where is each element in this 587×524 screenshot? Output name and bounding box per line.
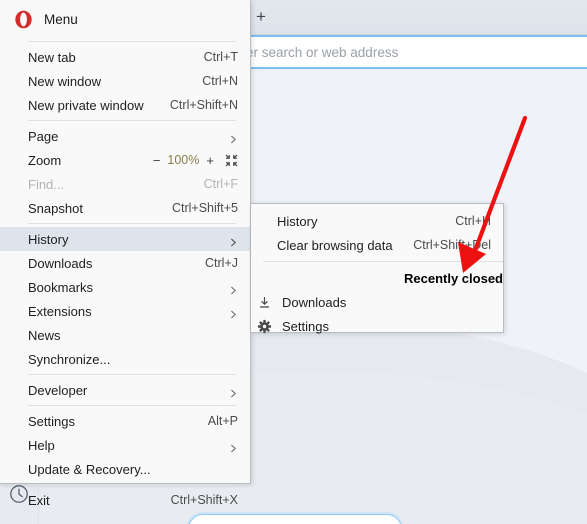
chevron-right-icon — [229, 132, 238, 143]
fullscreen-icon[interactable] — [225, 154, 238, 167]
menu-item-label: Update & Recovery... — [28, 461, 151, 477]
menu-header: Menu — [0, 0, 250, 38]
menu-item-shortcut: Alt+P — [207, 414, 238, 428]
chevron-right-icon — [229, 307, 238, 318]
menu-item-snapshot[interactable]: Snapshot Ctrl+Shift+5 — [0, 196, 250, 220]
menu-divider — [28, 120, 236, 121]
menu-item-exit[interactable]: Exit Ctrl+Shift+X — [0, 488, 250, 512]
menu-item-page[interactable]: Page — [0, 124, 250, 148]
menu-item-settings[interactable]: Settings Alt+P — [0, 409, 250, 433]
submenu-item-downloads[interactable]: Downloads — [251, 290, 503, 314]
submenu-item-label: Clear browsing data — [277, 237, 393, 253]
menu-item-history[interactable]: History — [0, 227, 250, 251]
zoom-level: 100% — [167, 153, 200, 167]
download-icon — [257, 295, 272, 310]
menu-item-bookmarks[interactable]: Bookmarks — [0, 275, 250, 299]
menu-item-label: New window — [28, 73, 101, 89]
menu-divider — [28, 374, 236, 375]
menu-item-shortcut: Ctrl+Shift+X — [170, 493, 238, 507]
menu-item-downloads[interactable]: Downloads Ctrl+J — [0, 251, 250, 275]
zoom-out-button[interactable]: − — [153, 154, 161, 167]
menu-item-shortcut: Ctrl+J — [205, 256, 238, 270]
chevron-right-icon — [229, 386, 238, 397]
menu-item-label: Help — [28, 437, 55, 453]
recently-closed-section-title: Recently closed — [404, 270, 503, 286]
menu-item-news[interactable]: News — [0, 323, 250, 347]
menu-divider — [28, 405, 236, 406]
menu-item-developer[interactable]: Developer — [0, 378, 250, 402]
menu-item-shortcut: Ctrl+T — [203, 50, 238, 64]
menu-title: Menu — [44, 11, 78, 27]
menu-item-zoom[interactable]: Zoom − 100% + — [0, 148, 250, 172]
zoom-in-button[interactable]: + — [206, 154, 214, 167]
menu-item-new-private-window[interactable]: New private window Ctrl+Shift+N — [0, 93, 250, 117]
gear-icon — [257, 319, 272, 334]
menu-item-find: Find... Ctrl+F — [0, 172, 250, 196]
menu-item-label: Find... — [28, 176, 65, 192]
menu-item-label: New private window — [28, 97, 144, 113]
menu-item-label: Snapshot — [28, 200, 83, 216]
chevron-right-icon — [229, 441, 238, 452]
menu-item-label: Developer — [28, 382, 88, 398]
menu-divider — [28, 484, 236, 485]
menu-item-label: New tab — [28, 49, 76, 65]
menu-item-label: Exit — [28, 492, 50, 508]
menu-item-label: Extensions — [28, 303, 92, 319]
menu-item-shortcut: Ctrl+Shift+N — [169, 98, 238, 112]
chevron-right-icon — [229, 235, 238, 246]
speed-dial-search-box[interactable] — [188, 514, 402, 524]
menu-divider — [28, 223, 236, 224]
opera-main-menu: Menu New tab Ctrl+T New window Ctrl+N Ne… — [0, 0, 251, 508]
submenu-item-shortcut: Ctrl+H — [455, 214, 491, 228]
chevron-right-icon — [229, 283, 238, 294]
submenu-item-clear-browsing-data[interactable]: Clear browsing data Ctrl+Shift+Del — [251, 233, 503, 257]
menu-item-new-tab[interactable]: New tab Ctrl+T — [0, 45, 250, 69]
menu-item-label: Page — [28, 128, 59, 144]
menu-item-shortcut: Ctrl+F — [203, 177, 238, 191]
menu-item-label: Synchronize... — [28, 351, 111, 367]
new-tab-button[interactable]: + — [252, 8, 270, 26]
history-submenu: History Ctrl+H Clear browsing data Ctrl+… — [251, 203, 504, 334]
menu-item-label: Settings — [28, 413, 75, 429]
menu-item-help[interactable]: Help — [0, 433, 250, 457]
menu-item-extensions[interactable]: Extensions — [0, 299, 250, 323]
submenu-divider — [263, 261, 503, 262]
menu-item-label: Downloads — [28, 255, 93, 271]
menu-item-label: Zoom — [28, 152, 62, 168]
menu-item-label: History — [28, 231, 69, 247]
menu-item-shortcut: Ctrl+Shift+5 — [171, 201, 238, 215]
menu-item-label: Bookmarks — [28, 279, 94, 295]
menu-item-synchronize[interactable]: Synchronize... — [0, 347, 250, 371]
opera-logo — [14, 10, 33, 29]
menu-item-label: News — [28, 327, 61, 343]
submenu-item-label: History — [277, 213, 318, 229]
submenu-item-settings[interactable]: Settings — [251, 314, 503, 338]
submenu-item-label: Downloads — [282, 294, 347, 310]
menu-item-update-recovery[interactable]: Update & Recovery... — [0, 457, 250, 481]
menu-item-new-window[interactable]: New window Ctrl+N — [0, 69, 250, 93]
address-input[interactable]: er search or web address — [246, 37, 587, 67]
zoom-controls: − 100% + — [153, 153, 238, 167]
submenu-item-label: Settings — [282, 318, 329, 334]
submenu-item-history[interactable]: History Ctrl+H — [251, 209, 503, 233]
menu-item-shortcut: Ctrl+N — [202, 74, 238, 88]
submenu-item-shortcut: Ctrl+Shift+Del — [413, 238, 491, 252]
menu-divider — [28, 41, 236, 42]
